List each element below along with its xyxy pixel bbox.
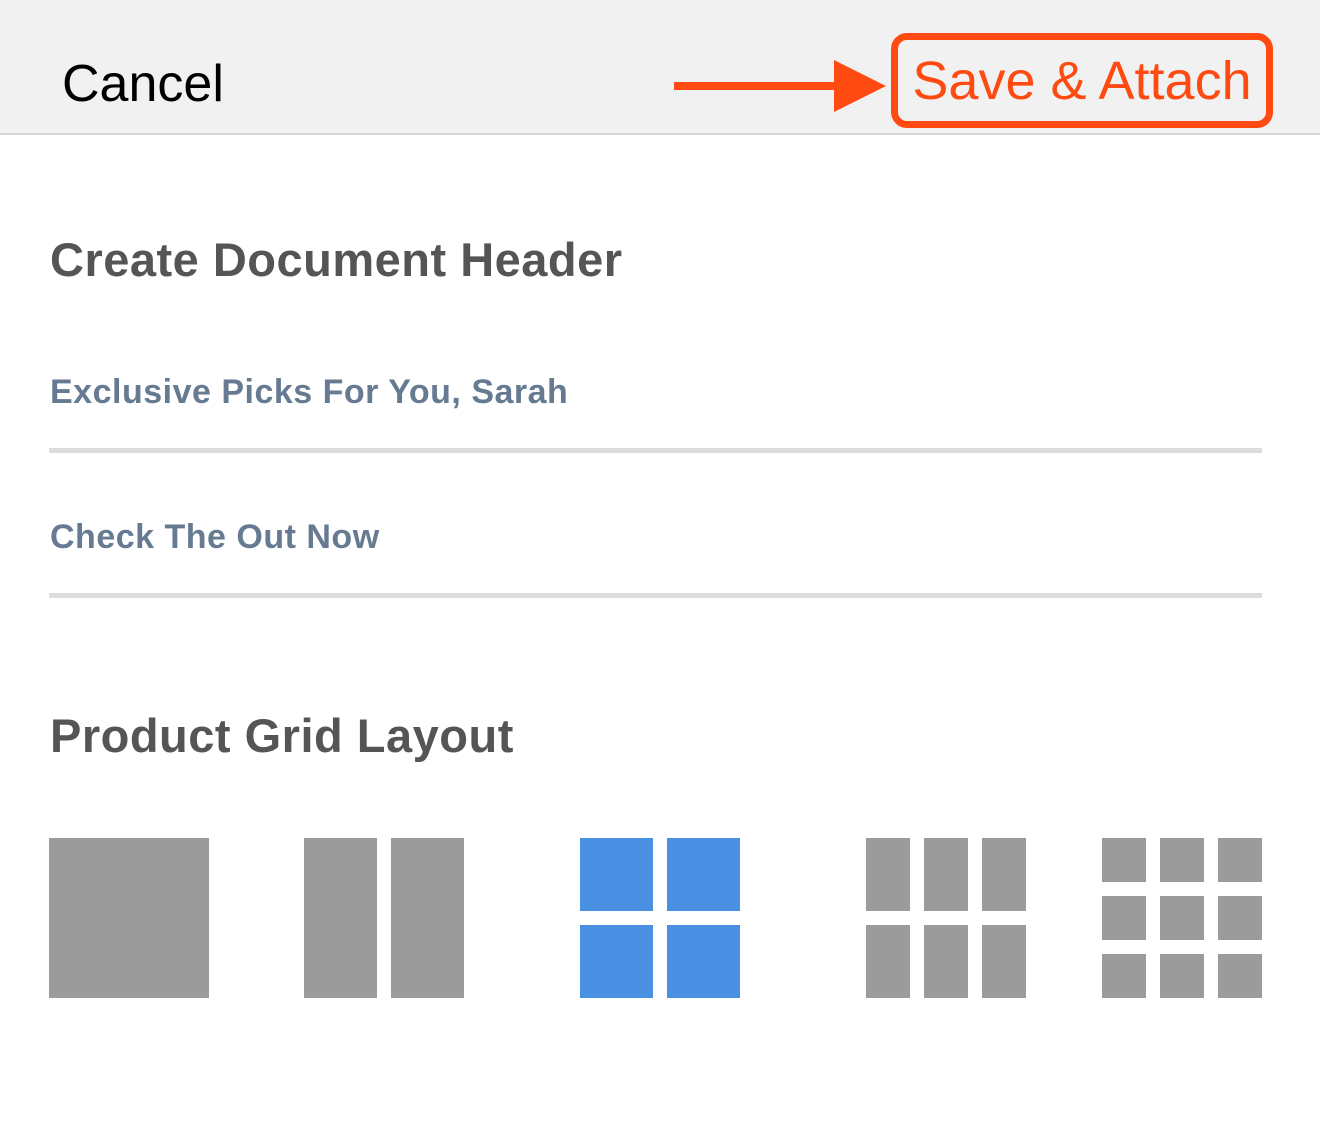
layout-option-3x2[interactable] [866, 838, 1026, 998]
grid-cell [304, 838, 377, 998]
product-grid-layout-title: Product Grid Layout [50, 709, 514, 762]
grid-cell [580, 838, 653, 911]
grid-cell [866, 838, 910, 911]
layout-option-2x2-selected[interactable] [580, 838, 740, 998]
header-line-2-text: Check The Out Now [50, 518, 380, 556]
field-underline [49, 593, 1262, 598]
grid-cell [1160, 838, 1204, 882]
grid-cell [982, 925, 1026, 998]
grid-cell [924, 838, 968, 911]
layout-option-3x3[interactable] [1102, 838, 1262, 998]
grid-cell [1218, 896, 1262, 940]
grid-cell [866, 925, 910, 998]
grid-cell [1218, 954, 1262, 998]
header-line-1-text: Exclusive Picks For You, Sarah [50, 373, 569, 411]
grid-cell [1102, 838, 1146, 882]
grid-cell [667, 838, 740, 911]
grid-cell [1102, 954, 1146, 998]
grid-cell [924, 925, 968, 998]
grid-cell [391, 838, 464, 998]
save-attach-button[interactable]: Save & Attach [891, 33, 1273, 128]
header-line-1-field[interactable]: Exclusive Picks For You, Sarah [49, 370, 1262, 453]
grid-cell [1102, 896, 1146, 940]
create-document-header-title: Create Document Header [50, 233, 623, 286]
grid-cell [1160, 896, 1204, 940]
arrow-right-icon [674, 60, 886, 112]
navigation-bar: Cancel Save & Attach [0, 0, 1320, 135]
header-line-2-field[interactable]: Check The Out Now [49, 515, 1262, 598]
grid-cell [982, 838, 1026, 911]
cancel-button[interactable]: Cancel [62, 52, 224, 116]
field-underline [49, 448, 1262, 453]
grid-cell [1218, 838, 1262, 882]
grid-cell [1160, 954, 1204, 998]
layout-option-2-columns[interactable] [304, 838, 464, 998]
layout-option-1x1[interactable] [49, 838, 209, 998]
grid-cell [580, 925, 653, 998]
grid-cell [49, 838, 209, 998]
grid-cell [667, 925, 740, 998]
